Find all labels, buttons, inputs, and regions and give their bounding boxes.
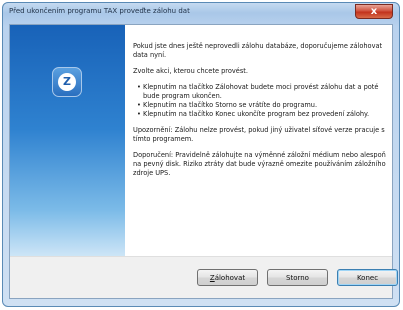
exit-button[interactable]: Konec: [337, 269, 398, 286]
list-item: Klepnutím na tlačítko Zálohovat budete m…: [137, 83, 389, 101]
side-banner: Z: [10, 25, 125, 257]
window-title: Před ukončením programu TAX proveďte zál…: [9, 7, 190, 15]
cancel-button[interactable]: Storno: [267, 269, 328, 286]
button-bar: Zálohovat Storno Konec: [10, 256, 398, 298]
dialog-client-area: Z Pokud jste dnes ještě neprovedli záloh…: [9, 24, 398, 299]
tax-logo-icon: Z: [52, 67, 82, 97]
close-button[interactable]: x: [355, 4, 393, 19]
advice-text: Doporučení: Pravidelně zálohujte na výmě…: [133, 151, 386, 177]
logo-circle: Z: [58, 73, 76, 91]
backup-button[interactable]: Zálohovat: [197, 269, 258, 286]
warning-text: Upozornění: Zálohu nelze provést, pokud …: [133, 126, 385, 143]
intro-text: Pokud jste dnes ještě neprovedli zálohu …: [133, 42, 383, 59]
list-item: Klepnutím na tlačítko Konec ukončíte pro…: [137, 110, 389, 119]
action-list: Klepnutím na tlačítko Zálohovat budete m…: [133, 83, 389, 119]
logo-glyph: Z: [63, 75, 71, 88]
dialog-window: Před ukončením programu TAX proveďte zál…: [2, 2, 400, 307]
choose-action-text: Zvolte akci, kterou chcete provést.: [133, 67, 248, 75]
message-content: Pokud jste dnes ještě neprovedli zálohu …: [133, 42, 389, 185]
backup-label: álohovat: [214, 274, 246, 282]
close-icon: x: [370, 6, 378, 17]
title-bar[interactable]: Před ukončením programu TAX proveďte zál…: [3, 3, 399, 23]
list-item: Klepnutím na tlačítko Storno se vrátíte …: [137, 101, 389, 110]
